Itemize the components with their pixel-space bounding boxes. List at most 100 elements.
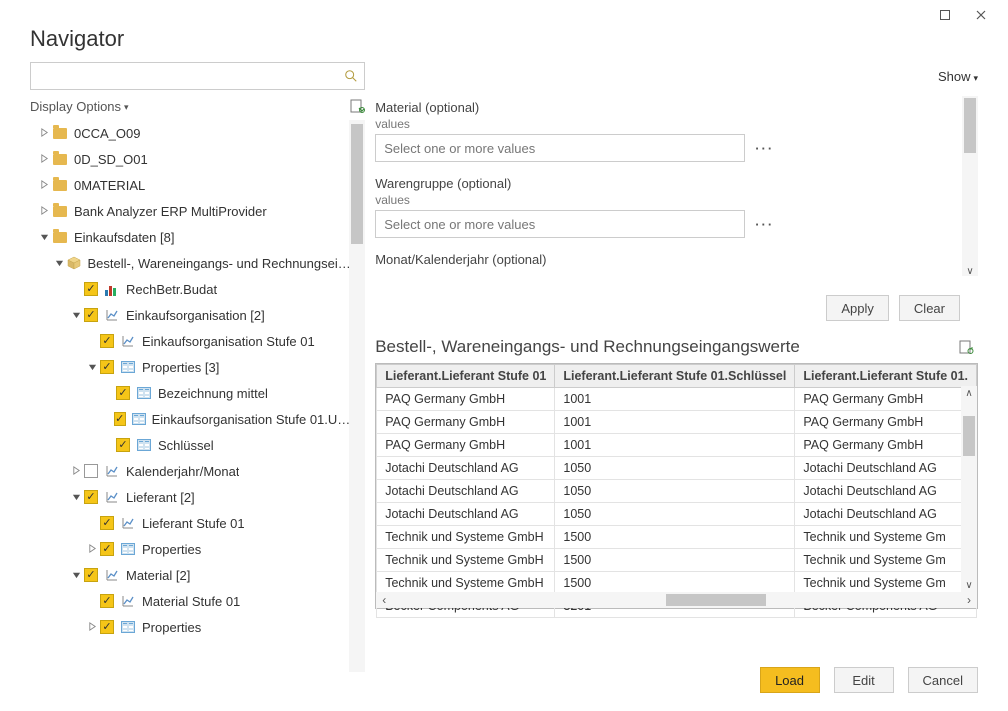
scroll-up-icon[interactable]: ∧ (961, 386, 977, 400)
table-row[interactable]: Jotachi Deutschland AG1050Jotachi Deutsc… (377, 480, 977, 503)
tree-node[interactable]: Bestell-, Wareneingangs- und Rechnungsei… (30, 250, 351, 276)
tree-node[interactable]: 0CCA_O09 (30, 120, 351, 146)
cell: Jotachi Deutschland AG (795, 480, 977, 503)
scroll-left-icon[interactable]: ‹ (376, 592, 392, 608)
table-row[interactable]: Jotachi Deutschland AG1050Jotachi Deutsc… (377, 503, 977, 526)
tree-node[interactable]: RechBetr.Budat (30, 276, 351, 302)
tree-node[interactable]: Material Stufe 01 (30, 588, 351, 614)
expand-arrow-icon[interactable] (38, 206, 50, 217)
tree-node[interactable]: Kalenderjahr/Monat (30, 458, 351, 484)
params-scrollbar[interactable]: ∧ ∨ (962, 96, 978, 276)
expand-arrow-icon[interactable] (70, 570, 82, 581)
param-label: Monat/Kalenderjahr (optional) (375, 252, 960, 267)
table-row[interactable]: Technik und Systeme GmbH1500Technik und … (377, 549, 977, 572)
tree-checkbox[interactable] (116, 438, 130, 452)
tree-node[interactable]: Schlüssel (30, 432, 351, 458)
show-dropdown[interactable]: Show▾ (938, 69, 978, 84)
tree-node[interactable]: Properties (30, 614, 351, 640)
cell: Jotachi Deutschland AG (795, 457, 977, 480)
column-header[interactable]: Lieferant.Lieferant Stufe 01. (795, 365, 977, 388)
tree-node[interactable]: Properties [3] (30, 354, 351, 380)
tree-node[interactable]: 0MATERIAL (30, 172, 351, 198)
tree-node[interactable]: Einkaufsdaten [8] (30, 224, 351, 250)
scroll-down-icon[interactable]: ∨ (962, 264, 978, 278)
refresh-preview-icon[interactable] (958, 339, 974, 355)
tree-checkbox[interactable] (84, 308, 98, 322)
param-select[interactable]: Select one or more values (375, 134, 745, 162)
tree-checkbox[interactable] (84, 282, 98, 296)
folder-icon (52, 151, 68, 167)
tree-node[interactable]: Material [2] (30, 562, 351, 588)
cancel-button[interactable]: Cancel (908, 667, 978, 693)
tree-node[interactable]: Lieferant Stufe 01 (30, 510, 351, 536)
tree-node[interactable]: 0D_SD_O01 (30, 146, 351, 172)
tree-checkbox[interactable] (100, 620, 114, 634)
table-row[interactable]: Jotachi Deutschland AG1050Jotachi Deutsc… (377, 457, 977, 480)
apply-button[interactable]: Apply (826, 295, 889, 321)
tree-checkbox[interactable] (84, 464, 98, 478)
refresh-icon[interactable] (349, 98, 365, 114)
tree-checkbox[interactable] (100, 542, 114, 556)
tree-node-label: Einkaufsorganisation Stufe 01.UniqueNa..… (152, 412, 352, 427)
tree-checkbox[interactable] (100, 594, 114, 608)
display-options-dropdown[interactable]: Display Options▾ (30, 99, 129, 114)
more-options-icon[interactable]: ··· (755, 217, 774, 232)
tree-checkbox[interactable] (84, 490, 98, 504)
navigator-tree[interactable]: 0CCA_O090D_SD_O01 0MATERIAL Bank Analyzer … (30, 120, 365, 672)
search-input-wrap[interactable] (30, 62, 365, 90)
param-label: Material (optional) (375, 100, 960, 115)
cell: 1001 (555, 411, 795, 434)
expand-arrow-icon[interactable] (70, 466, 82, 477)
tree-node[interactable]: Bank Analyzer ERP MultiProvider (30, 198, 351, 224)
grid-hscrollbar[interactable]: ‹ › (376, 592, 977, 608)
tree-node-label: 0MATERIAL (74, 178, 145, 193)
cell: 1001 (555, 434, 795, 457)
tree-checkbox[interactable] (84, 568, 98, 582)
window-restore-button[interactable] (928, 6, 962, 24)
load-button[interactable]: Load (760, 667, 820, 693)
tree-scrollbar[interactable] (349, 120, 365, 672)
tree-checkbox[interactable] (116, 386, 130, 400)
grid-vscrollbar[interactable]: ∧ ∨ (961, 386, 977, 592)
table-row[interactable]: PAQ Germany GmbH1001PAQ Germany GmbH (377, 388, 977, 411)
search-input[interactable] (31, 69, 338, 84)
more-options-icon[interactable]: ··· (755, 141, 774, 156)
scroll-down-icon[interactable]: ∨ (961, 578, 977, 592)
tree-checkbox[interactable] (114, 412, 126, 426)
window-close-button[interactable] (964, 6, 998, 24)
preview-grid[interactable]: Lieferant.Lieferant Stufe 01Lieferant.Li… (375, 363, 978, 609)
table-row[interactable]: PAQ Germany GmbH1001PAQ Germany GmbH (377, 411, 977, 434)
tree-node-label: RechBetr.Budat (126, 282, 217, 297)
expand-arrow-icon[interactable] (38, 180, 50, 191)
clear-button[interactable]: Clear (899, 295, 960, 321)
tree-checkbox[interactable] (100, 334, 114, 348)
expand-arrow-icon[interactable] (38, 154, 50, 165)
tree-node[interactable]: Einkaufsorganisation [2] (30, 302, 351, 328)
tree-node[interactable]: Properties (30, 536, 351, 562)
tree-node[interactable]: Bezeichnung mittel (30, 380, 351, 406)
scroll-right-icon[interactable]: › (961, 592, 977, 608)
expand-arrow-icon[interactable] (54, 258, 65, 269)
edit-button[interactable]: Edit (834, 667, 894, 693)
expand-arrow-icon[interactable] (70, 310, 82, 321)
tree-node[interactable]: Lieferant [2] (30, 484, 351, 510)
tree-checkbox[interactable] (100, 516, 114, 530)
tree-node[interactable]: Einkaufsorganisation Stufe 01 (30, 328, 351, 354)
tree-node[interactable]: Einkaufsorganisation Stufe 01.UniqueNa..… (30, 406, 351, 432)
table-row[interactable]: PAQ Germany GmbH1001PAQ Germany GmbH (377, 434, 977, 457)
expand-arrow-icon[interactable] (70, 492, 82, 503)
expand-arrow-icon[interactable] (38, 232, 50, 243)
expand-arrow-icon[interactable] (86, 544, 98, 555)
tree-node-label: Properties (142, 542, 201, 557)
table-row[interactable]: Technik und Systeme GmbH1500Technik und … (377, 526, 977, 549)
column-header[interactable]: Lieferant.Lieferant Stufe 01.Schlüssel (555, 365, 795, 388)
expand-arrow-icon[interactable] (38, 128, 50, 139)
dialog-title: Navigator (30, 26, 978, 52)
expand-arrow-icon[interactable] (86, 362, 98, 373)
param-select[interactable]: Select one or more values (375, 210, 745, 238)
expand-arrow-icon[interactable] (86, 622, 98, 633)
cell: 1050 (555, 480, 795, 503)
tree-node-label: Bank Analyzer ERP MultiProvider (74, 204, 267, 219)
tree-checkbox[interactable] (100, 360, 114, 374)
column-header[interactable]: Lieferant.Lieferant Stufe 01 (377, 365, 555, 388)
